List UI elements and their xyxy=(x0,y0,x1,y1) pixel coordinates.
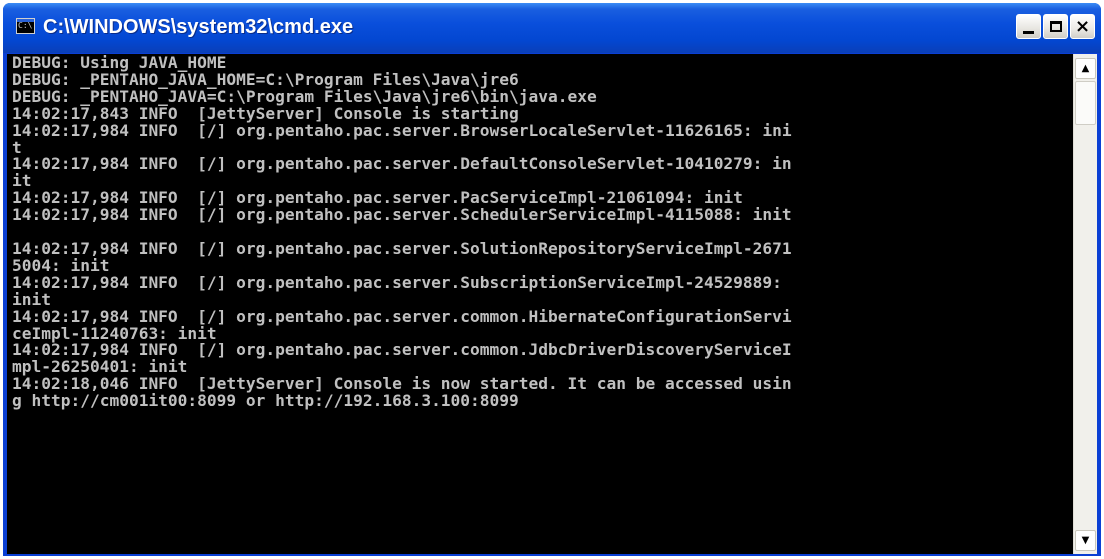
console-line: 14:02:17,984 INFO [/] org.pentaho.pac.se… xyxy=(12,238,792,258)
title-bar[interactable]: C:\ C:\WINDOWS\system32\cmd.exe × xyxy=(3,3,1101,53)
console-output[interactable]: DEBUG: Using JAVA_HOME DEBUG: _PENTAHO_J… xyxy=(7,54,1073,554)
vertical-scrollbar[interactable]: ▲ ▼ xyxy=(1073,54,1097,554)
minimize-icon xyxy=(1023,31,1034,34)
cmd-window: C:\ C:\WINDOWS\system32\cmd.exe × DEBUG:… xyxy=(3,3,1101,556)
console-line: 14:02:17,984 INFO [/] org.pentaho.pac.se… xyxy=(12,154,792,174)
maximize-icon xyxy=(1049,21,1062,32)
console-text[interactable]: DEBUG: Using JAVA_HOME DEBUG: _PENTAHO_J… xyxy=(7,54,1073,410)
cmd-app-icon[interactable]: C:\ xyxy=(16,18,35,34)
close-button[interactable]: × xyxy=(1070,14,1095,39)
console-line: g http://cm001it00:8099 or http://192.16… xyxy=(12,391,519,411)
maximize-button[interactable] xyxy=(1043,14,1068,39)
console-line: 14:02:17,984 INFO [/] org.pentaho.pac.se… xyxy=(12,120,792,140)
close-icon: × xyxy=(1074,15,1091,37)
scrollbar-thumb[interactable] xyxy=(1075,81,1096,125)
scroll-down-arrow-icon: ▼ xyxy=(1081,534,1090,546)
minimize-button[interactable] xyxy=(1016,14,1041,39)
scroll-up-button[interactable]: ▲ xyxy=(1075,58,1096,79)
console-line: 14:02:17,984 INFO [/] org.pentaho.pac.se… xyxy=(12,272,782,292)
console-line: 14:02:17,984 INFO [/] org.pentaho.pac.se… xyxy=(12,205,792,225)
window-title: C:\WINDOWS\system32\cmd.exe xyxy=(43,16,354,38)
scroll-up-arrow-icon: ▲ xyxy=(1081,62,1090,74)
scroll-down-button[interactable]: ▼ xyxy=(1075,530,1096,551)
